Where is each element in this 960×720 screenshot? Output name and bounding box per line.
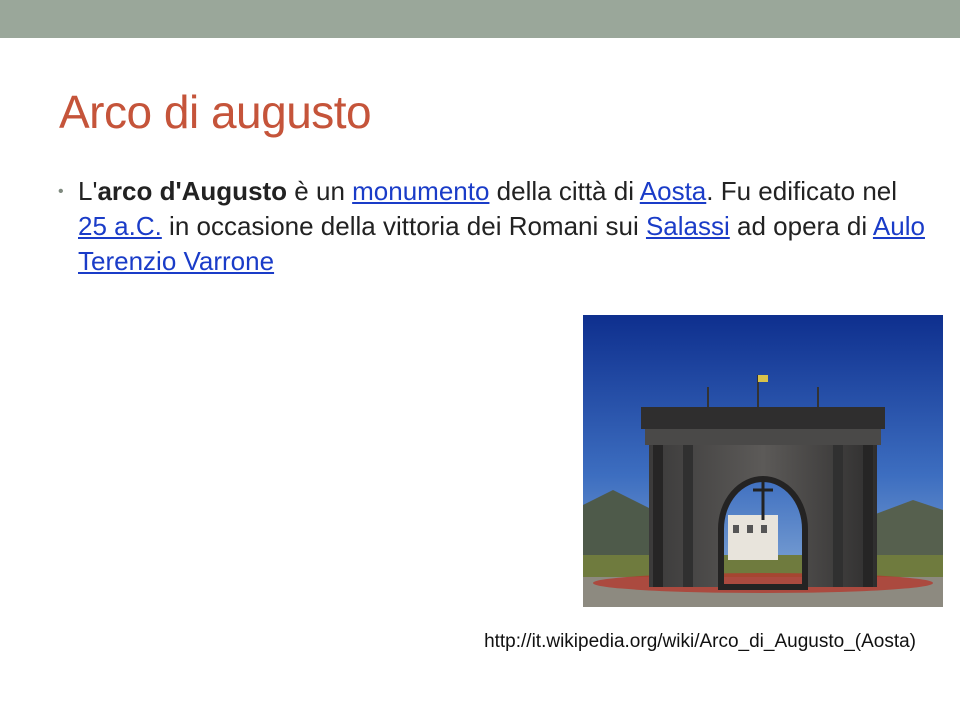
text-fragment: L' [78, 176, 98, 206]
source-url: http://it.wikipedia.org/wiki/Arco_di_Aug… [484, 631, 916, 652]
text-fragment: ad opera di [729, 211, 873, 241]
text-fragment: è un [287, 176, 353, 206]
text-fragment: della città di [489, 176, 640, 206]
arch-photo [583, 315, 943, 607]
bullet-item: • L'arco d'Augusto è un monumento della … [58, 174, 928, 279]
bullet-dot: • [58, 183, 64, 200]
link-25-ac[interactable]: 25 a.C. [78, 211, 162, 241]
text-fragment: in occasione della vittoria dei Romani s… [161, 211, 646, 241]
bullet-text: L'arco d'Augusto è un monumento della ci… [78, 174, 928, 279]
bold-term: arco d'Augusto [97, 176, 288, 206]
link-aosta[interactable]: Aosta [640, 176, 707, 206]
slide-title: Arco di augusto [59, 86, 372, 138]
link-monumento[interactable]: monumento [352, 176, 489, 206]
top-bar [0, 0, 960, 38]
text-fragment: . Fu edificato nel [706, 176, 898, 206]
link-salassi[interactable]: Salassi [646, 211, 730, 241]
